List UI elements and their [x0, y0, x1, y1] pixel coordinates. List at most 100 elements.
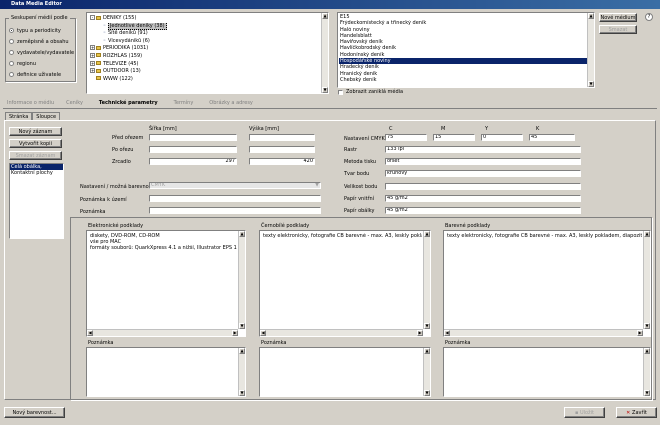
help-icon[interactable]: ? — [645, 13, 653, 21]
chevron-down-icon[interactable]: ▼ — [315, 183, 319, 188]
panel-textarea[interactable]: texty elektronicky, fotografie ČB barevn… — [259, 230, 431, 337]
tech-field[interactable]: 45 g/m2 — [385, 194, 581, 202]
note-panel-textarea[interactable]: ▲ ▼ — [443, 347, 651, 397]
scroll-up-icon[interactable]: ▲ — [239, 231, 245, 237]
save-button[interactable]: ▪ Uložit — [564, 407, 605, 418]
delete-record-button[interactable]: Smazat záznam — [9, 151, 62, 160]
new-record-button[interactable]: Nový záznam — [9, 127, 62, 136]
panel-vscroll[interactable]: ▲ ▼ — [238, 231, 245, 329]
tech-field[interactable]: ofset — [385, 158, 581, 166]
tech-field[interactable] — [385, 182, 581, 190]
tab[interactable]: Obrázky a adresy — [201, 99, 261, 107]
note-vscroll[interactable]: ▲ ▼ — [643, 348, 650, 396]
tree-item[interactable]: + OUTDOOR (13) — [89, 68, 319, 76]
scroll-left-icon[interactable]: ◀ — [260, 330, 266, 336]
area-note-field[interactable] — [149, 195, 321, 202]
tab[interactable]: Technické parametry — [91, 99, 166, 107]
media-tree[interactable]: - DENÍKY (155) ◦ Jednotlivé deníky (38) ◦ Sít… — [86, 12, 329, 94]
scroll-right-icon[interactable]: ▶ — [232, 330, 238, 336]
scroll-up-icon[interactable]: ▲ — [424, 231, 430, 237]
variants-list[interactable]: Celá obálka, Kontaktní plochy — [9, 163, 64, 239]
scroll-down-icon[interactable]: ▼ — [424, 323, 430, 329]
tech-field[interactable]: kruhový — [385, 170, 581, 178]
close-button[interactable]: ✕ Zavřít — [616, 407, 657, 418]
tab[interactable]: Informace o médiu — [3, 99, 58, 107]
scroll-down-icon[interactable]: ▼ — [322, 87, 328, 93]
show-defunct-row[interactable]: Zobrazit zaniklá média — [338, 88, 403, 96]
scroll-down-icon[interactable]: ▼ — [588, 81, 594, 87]
panel-vscroll[interactable]: ▲ ▼ — [643, 231, 650, 329]
scroll-left-icon[interactable]: ◀ — [87, 330, 93, 336]
scroll-down-icon[interactable]: ▼ — [644, 390, 650, 396]
scroll-down-icon[interactable]: ▼ — [644, 323, 650, 329]
scroll-down-icon[interactable]: ▼ — [239, 323, 245, 329]
tree-item[interactable]: ◦ Vícevydáníků (6) — [89, 38, 319, 46]
sort-option[interactable]: regionu — [9, 58, 75, 69]
panel-textarea[interactable]: texty elektronicky, fotografie ČB barevn… — [443, 230, 651, 337]
scroll-left-icon[interactable]: ◀ — [444, 330, 450, 336]
scroll-up-icon[interactable]: ▲ — [239, 348, 245, 354]
scroll-up-icon[interactable]: ▲ — [644, 231, 650, 237]
sort-option[interactable]: typu a periodicity — [9, 25, 75, 36]
panel-textarea[interactable]: diskety, DVD-ROM, CD-ROM vše pro MAC formá… — [86, 230, 246, 337]
radio-icon[interactable] — [9, 61, 14, 66]
tree-item[interactable]: + TELEVIZE (45) — [89, 60, 319, 69]
media-list[interactable]: E15 Frýdeckomístecký a třinecký deník Haló… — [337, 12, 595, 88]
delete-medium-button[interactable]: Smazat — [599, 25, 637, 34]
expand-icon[interactable]: + — [90, 68, 95, 74]
new-color-button[interactable]: Nový barevnost... — [4, 407, 65, 418]
panel-hscroll[interactable]: ◀ ▶ — [444, 329, 643, 336]
tab[interactable]: Termíny — [166, 99, 202, 107]
height-field[interactable] — [249, 146, 315, 153]
subtab[interactable]: Stránka — [5, 112, 33, 120]
media-scrollbar[interactable]: ▲ ▼ — [587, 13, 594, 87]
tech-field[interactable]: 45 g/m2 — [385, 207, 581, 214]
scroll-down-icon[interactable]: ▼ — [239, 390, 245, 396]
note-vscroll[interactable]: ▲ ▼ — [238, 348, 245, 396]
radio-icon[interactable] — [9, 39, 14, 44]
radio-icon[interactable] — [9, 72, 14, 77]
tree-item[interactable]: + PERIODIKA (1031) — [89, 45, 319, 53]
height-field[interactable] — [249, 134, 315, 141]
note-vscroll[interactable]: ▲ ▼ — [423, 348, 430, 396]
show-defunct-checkbox[interactable] — [338, 89, 343, 95]
subtab[interactable]: Sloupce — [32, 112, 61, 120]
panel-hscroll[interactable]: ◀ ▶ — [260, 329, 423, 336]
scroll-up-icon[interactable]: ▲ — [588, 13, 594, 19]
tree-item[interactable]: - DENÍKY (155) — [89, 15, 319, 23]
width-field[interactable] — [149, 146, 237, 153]
cmyk-field[interactable]: 75 — [385, 134, 427, 141]
scroll-down-icon[interactable]: ▼ — [424, 390, 430, 396]
sort-option[interactable]: vydavatele/vydavatele — [9, 47, 75, 58]
tree-item[interactable]: WWW (122) — [89, 76, 319, 84]
note-panel-textarea[interactable]: ▲ ▼ — [86, 347, 246, 397]
new-medium-button[interactable]: Nové médium — [599, 13, 637, 22]
cmyk-field[interactable]: 45 — [529, 134, 575, 141]
panel-hscroll[interactable]: ◀ ▶ — [87, 329, 238, 336]
tech-field[interactable]: 133 lpi — [385, 146, 581, 153]
expand-icon[interactable]: + — [90, 45, 95, 51]
height-field[interactable]: 420 — [249, 158, 315, 165]
note-field[interactable] — [149, 207, 321, 214]
scroll-up-icon[interactable]: ▲ — [644, 348, 650, 354]
scroll-right-icon[interactable]: ▶ — [637, 330, 643, 336]
panel-vscroll[interactable]: ▲ ▼ — [423, 231, 430, 329]
note-panel-textarea[interactable]: ▲ ▼ — [259, 347, 431, 397]
radio-icon[interactable] — [9, 28, 14, 33]
radio-icon[interactable] — [9, 50, 14, 55]
tree-scrollbar[interactable]: ▲ ▼ — [321, 13, 328, 93]
tab[interactable]: Ceníky — [58, 99, 91, 107]
cmyk-field[interactable]: 15 — [433, 134, 475, 141]
tree-item[interactable]: + ROZHLAS (159) — [89, 52, 319, 61]
copy-button[interactable]: Vytvořit kopii — [9, 139, 62, 148]
width-field[interactable]: 297 — [149, 158, 237, 165]
color-select[interactable]: CMYK ▼ — [149, 182, 321, 189]
media-item[interactable]: Chebský deník — [339, 77, 587, 83]
width-field[interactable] — [149, 134, 237, 141]
scroll-right-icon[interactable]: ▶ — [417, 330, 423, 336]
collapse-icon[interactable]: - — [90, 15, 95, 20]
sort-option[interactable]: definice uživatele — [9, 69, 75, 80]
cmyk-field[interactable]: 0 — [481, 134, 523, 141]
scroll-up-icon[interactable]: ▲ — [322, 13, 328, 19]
tree-item[interactable]: ◦ Sítě deníků (91) — [89, 30, 319, 38]
